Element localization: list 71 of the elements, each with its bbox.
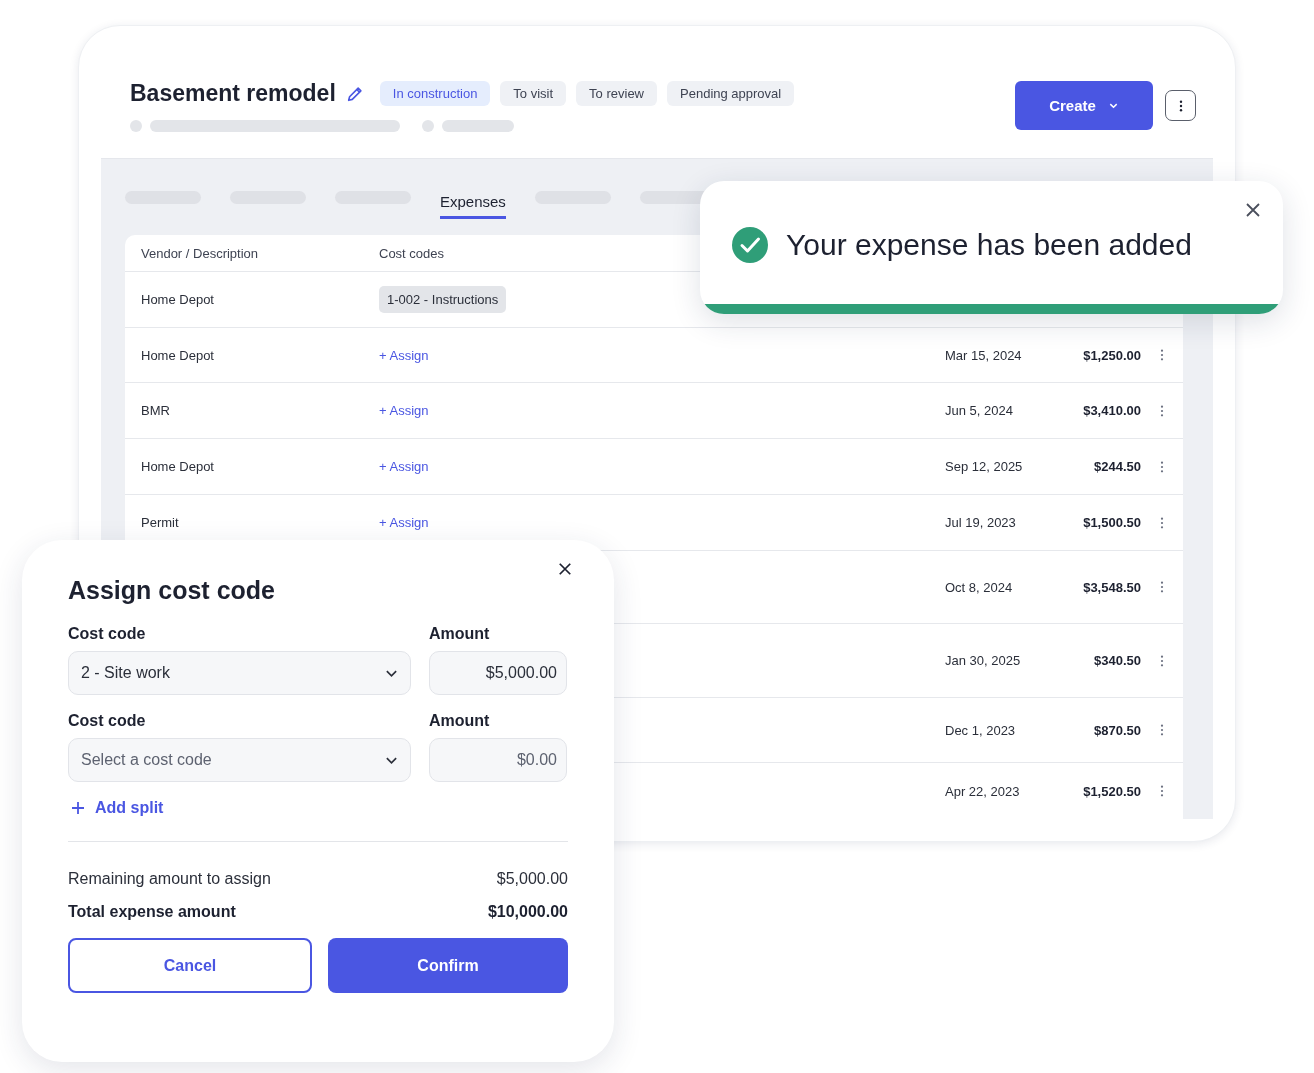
pencil-icon[interactable] xyxy=(345,84,364,103)
date-cell: Mar 15, 2024 xyxy=(945,347,1022,363)
amount-cell: $1,250.00 xyxy=(1083,347,1141,363)
summary-value: $5,000.00 xyxy=(496,870,568,888)
dialog-title: Assign cost code xyxy=(68,576,275,605)
column-header: Vendor / Description xyxy=(141,245,259,261)
summary-label: Total expense amount xyxy=(68,903,236,921)
amount-cell: $870.50 xyxy=(1094,722,1141,738)
field-label: Amount xyxy=(429,625,491,643)
add-split-button[interactable]: Add split xyxy=(68,799,164,817)
project-title: Basement remodel xyxy=(130,80,336,107)
assign-link[interactable]: + Assign xyxy=(379,459,429,474)
date-cell: Jan 30, 2025 xyxy=(945,653,1021,668)
check-circle-icon xyxy=(732,227,768,263)
amount-cell: $3,548.50 xyxy=(1083,579,1141,595)
summary-label: Remaining amount to assign xyxy=(68,870,271,888)
kebab-menu-icon[interactable] xyxy=(1160,460,1164,473)
date-cell: Jun 5, 2024 xyxy=(945,403,1013,418)
amount-cell: $3,410.00 xyxy=(1083,403,1141,418)
cost-code-select[interactable]: 2 - Site work xyxy=(68,651,411,695)
field-label: Cost code xyxy=(68,625,147,643)
date-cell: Dec 1, 2023 xyxy=(945,722,1016,738)
create-button[interactable]: Create xyxy=(1015,81,1153,130)
kebab-menu-icon[interactable] xyxy=(1160,349,1164,361)
date-cell: Oct 8, 2024 xyxy=(945,579,1013,595)
assign-link[interactable]: + Assign xyxy=(379,515,429,530)
cost-code-tag: 1-002 - Instructions xyxy=(379,286,507,313)
kebab-menu-icon[interactable] xyxy=(1160,516,1164,529)
vendor-cell: Home Depot xyxy=(141,347,214,363)
field-label: Amount xyxy=(429,712,491,730)
tab[interactable]: Expenses xyxy=(440,183,506,219)
kebab-menu-icon[interactable] xyxy=(1160,654,1164,667)
vendor-cell: Home Depot xyxy=(141,292,214,307)
date-cell: Sep 12, 2025 xyxy=(945,459,1023,474)
skeleton-dot xyxy=(422,120,434,132)
toast-message: Your expense has been added xyxy=(786,228,1192,262)
vendor-cell: Permit xyxy=(141,515,179,530)
skeleton-dot xyxy=(130,120,142,132)
skeleton-bar xyxy=(442,120,514,132)
amount-cell: $244.50 xyxy=(1094,459,1141,474)
close-icon xyxy=(1245,202,1261,218)
date-cell: Jul 19, 2023 xyxy=(945,515,1016,530)
cancel-button[interactable]: Cancel xyxy=(68,938,312,993)
amount-field[interactable]: $0.00 xyxy=(429,738,567,782)
field-label: Cost code xyxy=(68,712,147,730)
status-tag[interactable]: Pending approval xyxy=(667,81,795,106)
plus-icon xyxy=(71,801,85,815)
kebab-icon xyxy=(1178,99,1183,112)
kebab-menu-icon[interactable] xyxy=(1160,785,1164,797)
status-tag[interactable]: To visit xyxy=(500,81,567,106)
confirm-button[interactable]: Confirm xyxy=(328,938,568,993)
status-tag[interactable]: In construction xyxy=(379,81,491,106)
status-tag[interactable]: To review xyxy=(576,81,657,106)
assign-link[interactable]: + Assign xyxy=(379,403,429,418)
close-button[interactable] xyxy=(556,560,574,578)
kebab-menu-icon[interactable] xyxy=(1160,404,1164,417)
kebab-menu-icon[interactable] xyxy=(1160,581,1164,593)
column-header: Cost codes xyxy=(379,245,445,261)
amount-cell: $1,520.50 xyxy=(1083,783,1141,799)
summary-value: $10,000.00 xyxy=(487,903,568,921)
kebab-menu-icon[interactable] xyxy=(1160,724,1164,736)
assign-link[interactable]: + Assign xyxy=(379,347,429,363)
close-icon xyxy=(558,562,572,576)
amount-cell: $1,500.50 xyxy=(1083,515,1141,530)
vendor-cell: BMR xyxy=(141,403,170,418)
amount-cell: $340.50 xyxy=(1094,653,1141,668)
more-button[interactable] xyxy=(1165,90,1196,121)
date-cell: Apr 22, 2023 xyxy=(945,783,1020,799)
vendor-cell: Home Depot xyxy=(141,459,214,474)
amount-field[interactable]: $5,000.00 xyxy=(429,651,567,695)
cost-code-select[interactable]: Select a cost code xyxy=(68,738,411,782)
